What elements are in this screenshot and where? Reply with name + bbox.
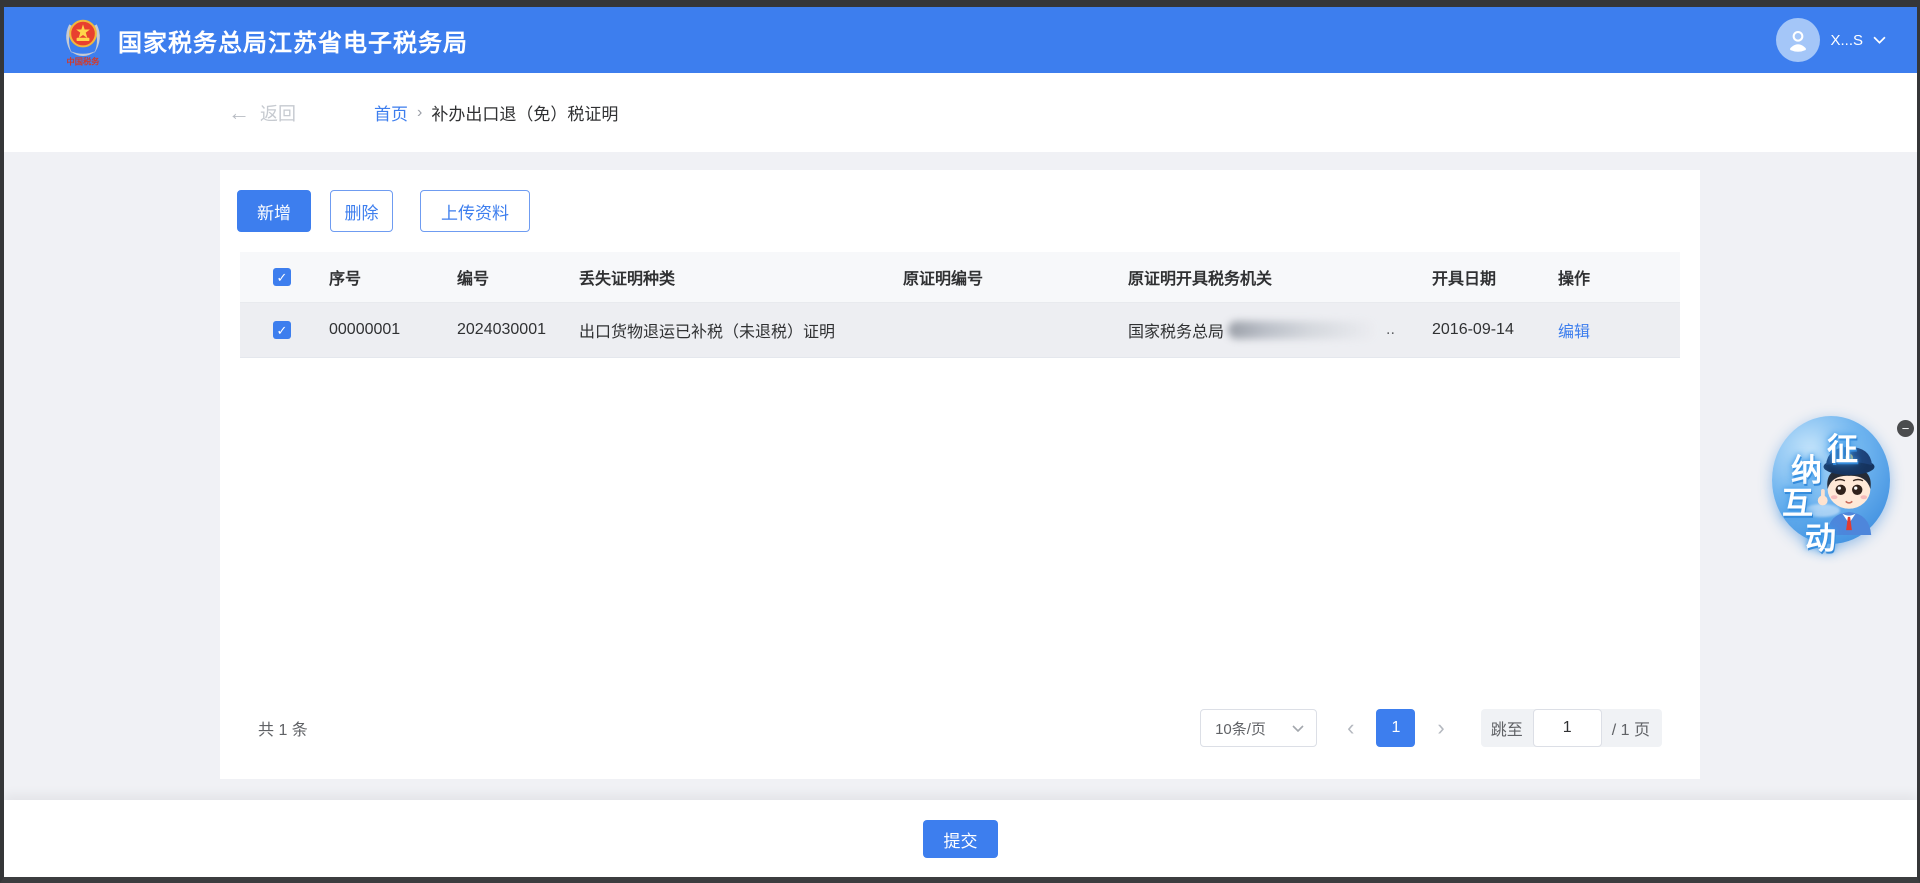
logo-caption: 中国税务 <box>67 57 101 67</box>
cell-authority: 国家税务总局 .. <box>1128 318 1432 342</box>
total-count-label: 共 1 条 <box>258 716 308 740</box>
cell-number: 2024030001 <box>457 321 579 339</box>
chevron-down-icon[interactable] <box>1873 36 1886 44</box>
delete-button[interactable]: 删除 <box>330 190 393 232</box>
username-label: X...S <box>1830 32 1863 49</box>
widget-collapse-button[interactable]: − <box>1897 420 1914 437</box>
back-label: 返回 <box>260 100 296 126</box>
col-authority: 原证明开具税务机关 <box>1128 265 1432 289</box>
back-button[interactable]: ← 返回 <box>228 100 296 126</box>
app-header: 中国税务 国家税务总局江苏省电子税务局 X...S <box>4 7 1917 73</box>
col-cert-type: 丢失证明种类 <box>579 265 903 289</box>
authority-text: 国家税务总局 <box>1128 318 1224 342</box>
tax-assistant-widget[interactable]: 征 纳 互 动 <box>1755 403 1920 568</box>
assistant-char: 动 <box>1805 513 1836 558</box>
add-button[interactable]: 新增 <box>237 190 311 232</box>
breadcrumb-separator: › <box>417 104 422 122</box>
user-menu[interactable]: X...S <box>1776 18 1886 62</box>
edit-link[interactable]: 编辑 <box>1558 324 1590 341</box>
certificates-table: 序号 编号 丢失证明种类 原证明编号 原证明开具税务机关 开具日期 操作 000… <box>240 252 1680 358</box>
page-jump-group: 跳至 / 1 页 <box>1481 709 1662 747</box>
row-checkbox[interactable] <box>273 321 291 339</box>
page-jump-input[interactable] <box>1533 709 1602 747</box>
avatar[interactable] <box>1776 18 1820 62</box>
jump-label: 跳至 <box>1491 716 1523 740</box>
cell-issue-date: 2016-09-14 <box>1432 321 1558 339</box>
prev-page-button[interactable]: ‹ <box>1341 717 1360 739</box>
table-header-row: 序号 编号 丢失证明种类 原证明编号 原证明开具税务机关 开具日期 操作 <box>240 252 1680 303</box>
next-page-button[interactable]: › <box>1431 717 1450 739</box>
breadcrumb-bar: ← 返回 首页 › 补办出口退（免）税证明 <box>4 73 1917 152</box>
breadcrumb-current: 补办出口退（免）税证明 <box>431 100 618 125</box>
toolbar: 新增 删除 上传资料 <box>237 190 530 232</box>
col-number: 编号 <box>457 265 579 289</box>
total-pages-label: / 1 页 <box>1612 716 1650 740</box>
col-orig-number: 原证明编号 <box>903 265 1128 289</box>
page-title: 国家税务总局江苏省电子税务局 <box>118 23 468 58</box>
cell-cert-type: 出口货物退运已补税（未退税）证明 <box>579 318 903 342</box>
submit-button[interactable]: 提交 <box>923 820 998 858</box>
cell-seq: 00000001 <box>329 321 457 339</box>
page-size-value: 10条/页 <box>1215 718 1266 739</box>
breadcrumb: 首页 › 补办出口退（免）税证明 <box>374 100 618 125</box>
select-all-checkbox[interactable] <box>273 268 291 286</box>
footer-bar: 提交 <box>4 800 1917 877</box>
assistant-char: 征 <box>1827 424 1858 469</box>
pagination-bar: 共 1 条 10条/页 ‹ 1 › 跳至 / 1 页 <box>258 709 1662 747</box>
main-card: 新增 删除 上传资料 序号 编号 丢失证明种类 原证明编号 原证明开具税务机关 … <box>220 170 1700 779</box>
current-page-button[interactable]: 1 <box>1376 709 1415 747</box>
back-arrow-icon: ← <box>228 102 250 124</box>
authority-ellipsis: .. <box>1386 321 1395 339</box>
tax-bureau-logo-icon: 中国税务 <box>61 13 105 67</box>
col-seq: 序号 <box>329 265 457 289</box>
page-size-select[interactable]: 10条/页 <box>1200 709 1317 747</box>
col-action: 操作 <box>1558 265 1680 289</box>
breadcrumb-home-link[interactable]: 首页 <box>374 100 408 125</box>
user-icon <box>1785 27 1811 53</box>
col-issue-date: 开具日期 <box>1432 265 1558 289</box>
assistant-circle[interactable]: 征 纳 互 动 <box>1772 416 1890 544</box>
redacted-authority-blur <box>1228 321 1378 339</box>
upload-materials-button[interactable]: 上传资料 <box>420 190 530 232</box>
table-row: 00000001 2024030001 出口货物退运已补税（未退税）证明 国家税… <box>240 303 1680 358</box>
select-chevron-down-icon <box>1292 725 1304 732</box>
